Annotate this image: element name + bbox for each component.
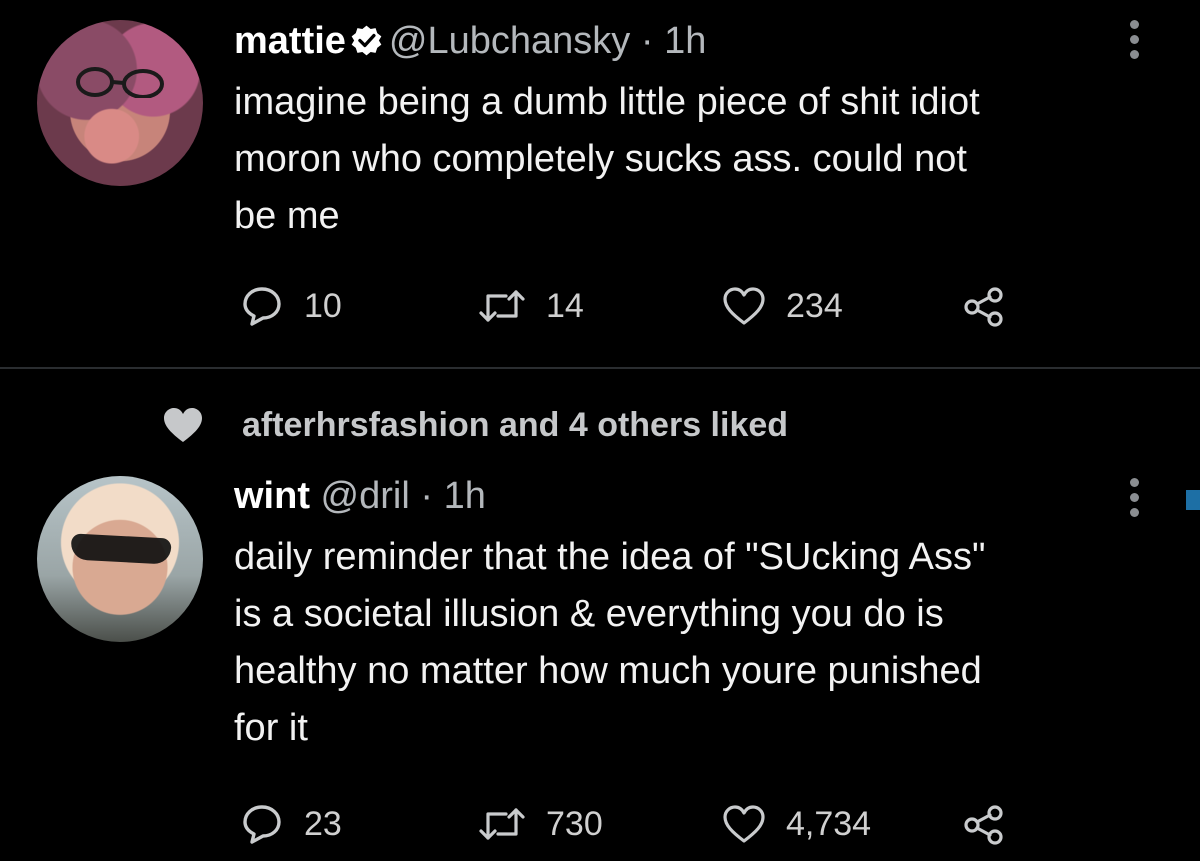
tweet-header: wint @dril · 1h bbox=[234, 474, 486, 518]
retweet-icon bbox=[478, 804, 526, 844]
avatar[interactable] bbox=[37, 20, 203, 186]
more-menu-icon[interactable] bbox=[1130, 20, 1140, 60]
share-button[interactable] bbox=[962, 805, 1026, 845]
display-name[interactable]: mattie bbox=[234, 20, 346, 62]
like-count: 4,734 bbox=[786, 804, 872, 843]
separator-dot: · bbox=[640, 20, 654, 62]
heart-filled-icon bbox=[160, 405, 206, 445]
like-count: 234 bbox=[786, 286, 843, 325]
separator-dot: · bbox=[420, 475, 434, 517]
avatar[interactable] bbox=[37, 476, 203, 642]
verified-badge-icon bbox=[350, 24, 383, 57]
sunglasses-icon bbox=[70, 533, 172, 565]
timestamp[interactable]: 1h bbox=[664, 20, 706, 62]
tweet-text-line: daily reminder that the idea of "SUcking… bbox=[234, 536, 986, 578]
user-handle[interactable]: @dril bbox=[321, 475, 410, 517]
share-icon bbox=[962, 805, 1006, 845]
tweet-text-line: for it bbox=[234, 707, 308, 749]
reply-icon bbox=[240, 284, 284, 328]
reply-count: 10 bbox=[304, 286, 342, 325]
tweet[interactable]: mattie @Lubchansky · 1h imagine being a d… bbox=[0, 0, 1200, 367]
social-context[interactable]: afterhrsfashion and 4 others liked bbox=[160, 405, 788, 445]
share-icon bbox=[962, 287, 1006, 327]
social-context-text: afterhrsfashion and 4 others liked bbox=[242, 405, 789, 444]
retweet-button[interactable]: 730 bbox=[478, 804, 603, 844]
reply-button[interactable]: 23 bbox=[240, 802, 342, 846]
tweet-text-line: imagine being a dumb little piece of shi… bbox=[234, 81, 980, 123]
tweet-text-line: moron who completely sucks ass. could no… bbox=[234, 138, 967, 180]
retweet-count: 730 bbox=[546, 804, 603, 843]
retweet-button[interactable]: 14 bbox=[478, 286, 584, 326]
more-menu-icon[interactable] bbox=[1130, 478, 1140, 518]
timestamp[interactable]: 1h bbox=[444, 475, 486, 517]
tweet-text: imagine being a dumb little piece of shi… bbox=[234, 74, 980, 245]
user-handle[interactable]: @Lubchansky bbox=[389, 20, 630, 62]
share-button[interactable] bbox=[962, 287, 1026, 327]
heart-icon bbox=[722, 804, 766, 844]
reply-icon bbox=[240, 802, 284, 846]
tweet-text-line: healthy no matter how much youre punishe… bbox=[234, 650, 982, 692]
tweet-text: daily reminder that the idea of "SUcking… bbox=[234, 529, 985, 757]
like-button[interactable]: 4,734 bbox=[722, 804, 871, 844]
glasses-icon bbox=[76, 67, 164, 98]
tweet-text-line: be me bbox=[234, 195, 340, 237]
like-button[interactable]: 234 bbox=[722, 286, 843, 326]
heart-icon bbox=[722, 286, 766, 326]
scrollbar-thumb[interactable] bbox=[1186, 490, 1200, 510]
retweet-count: 14 bbox=[546, 286, 584, 325]
reply-count: 23 bbox=[304, 804, 342, 843]
reply-button[interactable]: 10 bbox=[240, 284, 342, 328]
tweet-text-line: is a societal illusion & everything you … bbox=[234, 593, 944, 635]
retweet-icon bbox=[478, 286, 526, 326]
tweet-header: mattie @Lubchansky · 1h bbox=[234, 19, 706, 63]
display-name[interactable]: wint bbox=[234, 475, 310, 517]
